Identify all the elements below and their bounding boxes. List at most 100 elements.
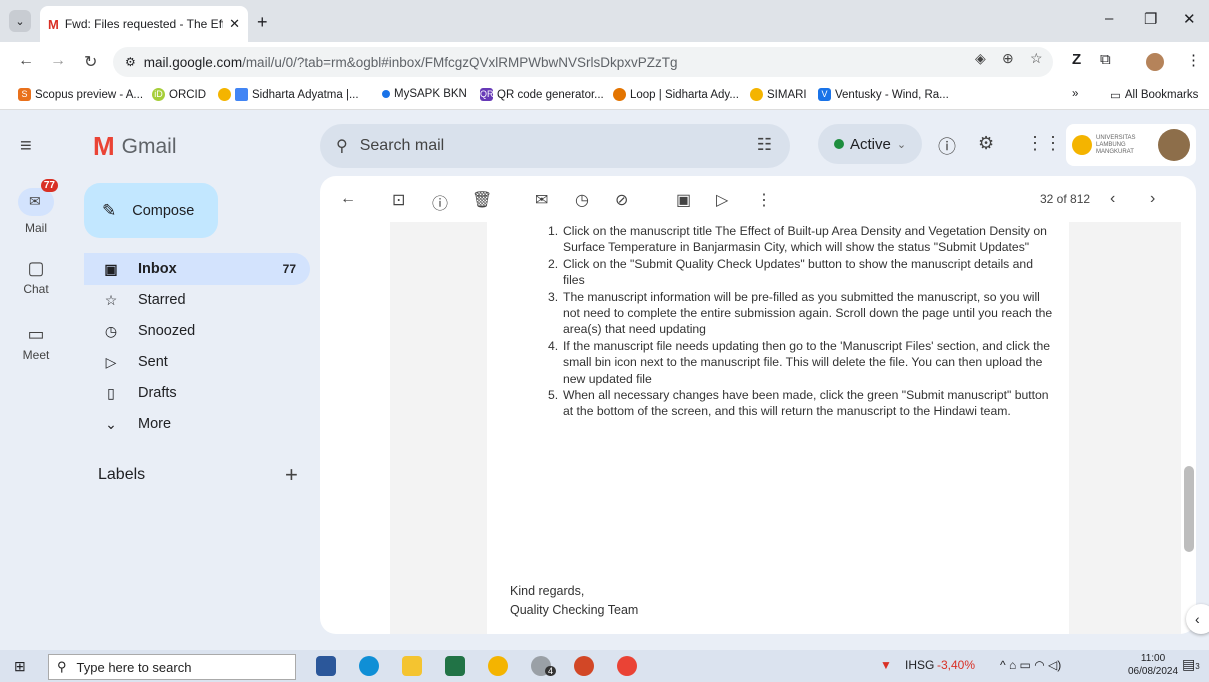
powerpoint-app-icon[interactable] <box>574 656 594 676</box>
url-host: mail.google.com <box>143 54 243 70</box>
search-icon[interactable]: ⚲ <box>336 136 348 156</box>
bookmark-scopus[interactable]: S Scopus preview - A... <box>18 88 143 101</box>
chevron-down-icon: ⌄ <box>896 138 907 151</box>
back-arrow-icon[interactable]: ← <box>18 52 34 70</box>
search-input[interactable]: Search mail <box>360 137 444 155</box>
chrome-app-icon[interactable] <box>488 656 508 676</box>
add-label-icon[interactable]: + <box>285 462 298 488</box>
system-clock[interactable]: 11:00 06/08/2024 <box>1128 652 1178 678</box>
labels-heading: Labels <box>98 466 146 483</box>
bookmarks-bar: S Scopus preview - A... iD ORCID Sidharta … <box>0 82 1209 110</box>
bookmark-orcid[interactable]: iD ORCID <box>152 88 206 101</box>
rail-meet[interactable]: ▭ Meet <box>0 324 72 362</box>
nav-inbox[interactable]: ▣ Inbox 77 <box>84 253 310 285</box>
tab-list-chevron-icon[interactable]: ⌄ <box>9 10 31 32</box>
newer-chevron-icon[interactable]: ‹ <box>1110 190 1115 208</box>
label-tag-icon[interactable]: ▷ <box>716 190 728 210</box>
minimize-icon[interactable]: – <box>1105 10 1113 27</box>
zoom-icon[interactable]: ⊕ <box>1002 50 1014 67</box>
settings-gear-icon[interactable]: ⚙ <box>978 133 994 154</box>
bookmark-ventusky[interactable]: V Ventusky - Wind, Ra... <box>818 88 949 101</box>
move-to-folder-icon[interactable]: ▣ <box>676 190 691 210</box>
list-item: 2. Click on the "Submit Quality Check Upd… <box>548 256 1033 288</box>
archive-icon[interactable]: ⊡ <box>392 190 405 210</box>
apps-grid-icon[interactable]: ⋮⋮ <box>1026 133 1062 154</box>
inbox-icon: ▣ <box>104 260 118 277</box>
browser-tab[interactable]: M Fwd: Files requested - The Effec ✕ <box>40 6 248 42</box>
reload-icon[interactable]: ↻ <box>84 52 97 72</box>
new-tab-plus-icon[interactable]: + <box>257 12 268 33</box>
signature-text: Quality Checking Team <box>510 603 639 617</box>
more-bookmarks-icon[interactable]: » <box>1072 88 1078 100</box>
tab-title: Fwd: Files requested - The Effec <box>64 17 224 31</box>
nav-more[interactable]: ⌄ More <box>84 408 310 440</box>
search-bar[interactable]: ⚲ Search mail ☷ <box>320 124 790 168</box>
video-camera-icon: ▭ <box>27 324 45 344</box>
bookmark-loop[interactable]: Loop | Sidharta Ady... <box>613 88 739 101</box>
nav-sent[interactable]: ▷ Sent <box>84 346 310 378</box>
more-actions-icon[interactable]: ⋮ <box>756 190 772 210</box>
close-window-icon[interactable]: ✕ <box>1183 10 1196 28</box>
scrollbar-thumb[interactable] <box>1184 466 1194 552</box>
whatsapp-app-icon[interactable]: 4 <box>531 656 557 676</box>
chrome-profile-app-icon[interactable] <box>617 656 637 676</box>
extensions-puzzle-icon[interactable]: ⧉ <box>1100 51 1111 68</box>
bookmark-simari[interactable]: SIMARI <box>750 88 807 101</box>
account-org: UNIVERSITAS LAMBUNG MANGKURAT <box>1096 134 1136 155</box>
word-app-icon[interactable] <box>316 656 336 676</box>
excel-app-icon[interactable] <box>445 656 465 676</box>
mark-unread-icon[interactable]: ✉ <box>535 190 548 210</box>
kebab-menu-icon[interactable]: ⋮ <box>1186 51 1201 69</box>
mail-badge: 77 <box>40 179 58 192</box>
omnibox[interactable]: ⚙ mail.google.com/mail/u/0/?tab=rm&ogbl#… <box>113 47 1053 77</box>
bookmark-mysapk[interactable]: MySAPK BKN <box>382 88 467 100</box>
site-info-icon[interactable]: ⚙ <box>125 55 136 69</box>
show-hidden-icons[interactable]: ^ ⌂ ▭ ◠ ◁) <box>1000 658 1061 672</box>
forward-arrow-icon[interactable]: → <box>50 52 66 70</box>
edge-app-icon[interactable] <box>359 656 379 676</box>
status-dropdown[interactable]: Active ⌄ <box>818 124 922 164</box>
report-spam-icon[interactable]: ⓘ <box>432 190 448 214</box>
nav-starred[interactable]: ☆ Starred <box>84 284 310 316</box>
profile-avatar[interactable] <box>1146 53 1164 71</box>
gmail-logo[interactable]: M Gmail <box>93 131 177 162</box>
closing-text: Kind regards, <box>510 584 585 598</box>
help-icon[interactable]: ⓘ <box>938 133 956 159</box>
compose-button[interactable]: ✎ Compose <box>84 183 218 238</box>
account-switcher[interactable]: UNIVERSITAS LAMBUNG MANGKURAT <box>1066 124 1196 166</box>
nav-snoozed[interactable]: ◷ Snoozed <box>84 315 310 347</box>
taskbar-search[interactable]: ⚲ Type here to search <box>48 654 296 680</box>
add-task-icon[interactable]: ⊘ <box>615 190 628 210</box>
email-margin-right <box>1069 222 1181 634</box>
extension-z-icon[interactable]: Z <box>1072 51 1081 68</box>
windows-start-icon[interactable]: ⊞ <box>14 658 26 675</box>
main-menu-icon[interactable]: ≡ <box>20 135 32 158</box>
app-rail: ✉ 77 Mail ▢ Chat ▭ Meet <box>0 176 72 636</box>
rail-mail[interactable]: ✉ 77 Mail <box>0 179 72 235</box>
clock-icon: ◷ <box>104 322 118 339</box>
nav-drafts[interactable]: ▯ Drafts <box>84 377 310 409</box>
rail-chat[interactable]: ▢ Chat <box>0 258 72 296</box>
back-to-inbox-icon[interactable]: ← <box>340 190 356 208</box>
message-view: ← ⊡ ⓘ 🗑 ✉ ◷ ⊘ ▣ ▷ ⋮ 32 of 812 ‹ › 1. Clic… <box>320 176 1196 634</box>
mail-icon: ✉ 77 <box>18 179 58 216</box>
side-panel-toggle-icon[interactable]: ‹ <box>1186 604 1209 634</box>
notification-icon[interactable]: ▤3 <box>1182 656 1200 673</box>
email-margin-left <box>390 222 487 634</box>
file-explorer-icon[interactable] <box>402 656 422 676</box>
delete-icon[interactable]: 🗑 <box>472 190 492 210</box>
search-options-icon[interactable]: ☷ <box>757 135 772 155</box>
list-item: 3. The manuscript information will be pre… <box>548 289 1053 337</box>
url-path: /mail/u/0/?tab=rm&ogbl#inbox/FMfcgzQVxlR… <box>242 54 678 70</box>
snooze-clock-icon[interactable]: ◷ <box>575 190 589 210</box>
restore-icon[interactable]: ❐ <box>1144 10 1157 28</box>
list-item: 4. If the manuscript file needs updating … <box>548 338 1051 386</box>
close-tab-icon[interactable]: ✕ <box>229 16 240 32</box>
bookmark-sidharta[interactable]: Sidharta Adyatma |... <box>218 88 359 101</box>
all-bookmarks-folder[interactable]: ▭ All Bookmarks <box>1110 88 1198 102</box>
older-chevron-icon[interactable]: › <box>1150 190 1155 208</box>
bookmark-star-icon[interactable]: ☆ <box>1030 50 1043 67</box>
eye-off-icon[interactable]: ◈ <box>975 50 986 67</box>
bookmark-qr[interactable]: QR QR code generator... <box>480 88 604 101</box>
stock-name[interactable]: IHSG <box>905 658 934 672</box>
